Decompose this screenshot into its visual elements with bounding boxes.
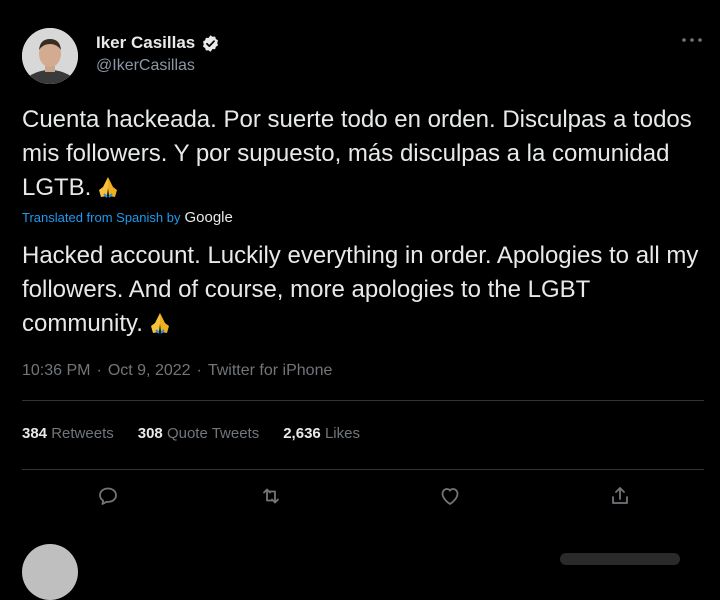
translated-text-content: Hacked account. Luckily everything in or… [22,242,699,337]
meta-separator: · [196,362,202,379]
like-icon[interactable] [438,484,462,508]
retweets-stat[interactable]: 384 Retweets [22,425,114,442]
tweet-time[interactable]: 10:36 PM [22,362,90,380]
divider [22,400,704,401]
translation-attribution: Translated from Spanish by Google [22,209,233,226]
quotes-label: Quote Tweets [166,425,260,442]
tweet: Iker Casillas @IkerCasillas Cuenta hacke… [0,0,720,600]
author-handle[interactable]: @IkerCasillas [96,57,195,75]
retweets-count: 384 [22,425,48,442]
author-display-name[interactable]: Iker Casillas [96,33,195,53]
tweet-stats: 384 Retweets 308 Quote Tweets 2,636 Like… [22,425,360,442]
retweet-icon[interactable] [259,484,283,508]
tweet-translated-text: Hacked account. Luckily everything in or… [22,239,712,341]
likes-label: Likes [324,425,360,442]
likes-count: 2,636 [283,425,321,442]
original-text-content: Cuenta hackeada. Por suerte todo en orde… [22,106,692,201]
share-icon[interactable] [608,484,632,508]
avatar-photo [22,28,78,84]
next-tweet-avatar[interactable] [22,544,78,600]
tweet-meta: 10:36 PM · Oct 9, 2022 · Twitter for iPh… [22,362,332,380]
quotes-count: 308 [137,425,163,442]
retweets-label: Retweets [51,425,114,442]
tweet-original-text: Cuenta hackeada. Por suerte todo en orde… [22,103,712,205]
more-options-icon[interactable] [680,34,704,46]
reply-icon[interactable] [96,484,120,508]
tweet-date[interactable]: Oct 9, 2022 [108,362,191,380]
verified-badge-icon [203,34,219,52]
google-logo: Google [184,209,233,226]
likes-stat[interactable]: 2,636 Likes [283,425,360,442]
translated-from-link[interactable]: Translated from Spanish by [22,210,180,225]
tweet-actions [0,480,720,512]
next-tweet-partial [560,553,680,565]
quote-tweets-stat[interactable]: 308 Quote Tweets [138,425,259,442]
folded-hands-icon [150,313,169,334]
meta-separator: · [96,362,102,379]
avatar[interactable] [22,28,78,84]
divider [22,469,704,470]
tweet-source[interactable]: Twitter for iPhone [208,362,333,380]
folded-hands-icon [99,177,118,198]
author-name-row: Iker Casillas [96,33,220,53]
